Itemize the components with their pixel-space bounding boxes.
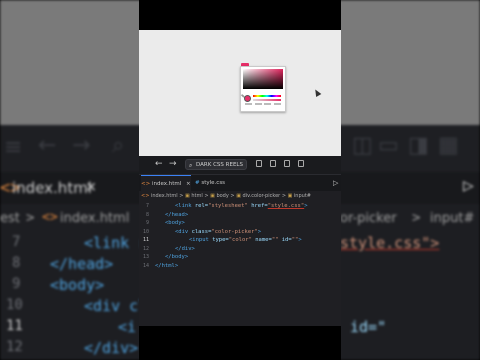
editor-tabs: <> index.html × # style.css ▷	[139, 175, 341, 192]
saturation-area[interactable]	[243, 69, 283, 89]
line-number: 13	[142, 254, 149, 260]
code-line-current: <input type="color" name="" id="">	[189, 237, 302, 243]
css-file-icon: #	[195, 180, 200, 186]
layout-icon: ▭	[378, 133, 399, 158]
toggle-panel-icon[interactable]	[270, 160, 276, 167]
search-label: DARK CSS REELS	[196, 162, 243, 168]
customize-layout-icon[interactable]	[298, 160, 304, 167]
element-icon: ▣	[210, 193, 215, 199]
html-file-icon: <>	[141, 193, 150, 199]
back-arrow-icon[interactable]: ←	[155, 159, 163, 169]
line-number: 11	[142, 237, 149, 243]
code-line: </div>	[175, 245, 195, 252]
layout-icon: ◨	[408, 133, 429, 158]
breadcrumb-item[interactable]: div.color-picker	[243, 193, 281, 199]
toggle-secondary-sidebar-icon[interactable]	[284, 160, 290, 167]
color-preview	[244, 95, 251, 102]
code-line: <body>	[165, 220, 185, 226]
search-icon: ⌕	[189, 162, 193, 169]
code-line: </body>	[165, 254, 189, 260]
breadcrumb-item[interactable]: body	[216, 193, 228, 199]
code-line: </head>	[165, 211, 189, 218]
tab-index-html[interactable]: <> index.html ×	[141, 175, 191, 192]
close-icon: ×	[86, 177, 97, 197]
code-line: </html>	[155, 262, 179, 269]
html-file-icon: <>	[141, 181, 151, 187]
run-icon: ▷	[463, 175, 474, 196]
code-line: <div class="color-picker">	[175, 228, 262, 235]
tab-style-css[interactable]: # style.css	[195, 175, 235, 191]
breadcrumb-item[interactable]: input#	[294, 193, 311, 199]
html-file-icon: <>	[42, 210, 58, 225]
code-line: <link rel="stylesheet" href="style.css">	[175, 203, 308, 209]
run-icon[interactable]: ▷	[333, 175, 338, 191]
breadcrumb-item[interactable]: html	[191, 193, 202, 199]
alpha-slider[interactable]	[253, 99, 281, 101]
line-number: 9	[145, 220, 149, 226]
line-number: 7	[145, 203, 149, 209]
code-editor: ← → ⌕ DARK CSS REELS <> index.html × # s…	[139, 156, 341, 326]
background-tab-label: index.html	[12, 179, 92, 197]
toggle-sidebar-icon[interactable]	[256, 160, 262, 167]
line-number: 12	[142, 245, 149, 252]
breadcrumb-file[interactable]: index.html	[151, 193, 178, 199]
line-number: 8	[145, 211, 149, 218]
browser-viewport: ✎	[139, 30, 341, 156]
layout-icon: ◫	[352, 133, 373, 158]
title-bar: ← → ⌕ DARK CSS REELS	[139, 156, 341, 175]
breadcrumb: <> index.html > ▣ html > ▣ body > ▣ div.…	[141, 193, 311, 199]
back-arrow-icon: ←	[38, 133, 57, 158]
element-icon: ▣	[236, 193, 241, 199]
command-center-search[interactable]: ⌕ DARK CSS REELS	[185, 159, 247, 170]
close-icon[interactable]: ×	[186, 181, 191, 187]
video-frame: ✎ ← → ⌕ DARK CSS REELS <> index.html ×	[139, 0, 341, 360]
color-value-fields[interactable]	[245, 103, 281, 106]
forward-arrow-icon[interactable]: →	[169, 159, 177, 169]
forward-arrow-icon: →	[72, 133, 91, 158]
mouse-cursor-icon	[312, 87, 322, 98]
layout-icon: ▦	[438, 133, 459, 158]
hue-slider[interactable]	[253, 95, 281, 97]
line-number: 10	[142, 228, 149, 235]
element-icon: ▣	[185, 193, 190, 199]
line-number: 14	[142, 262, 149, 269]
color-picker-popup[interactable]: ✎	[240, 66, 286, 112]
element-icon: ▣	[287, 193, 293, 199]
search-icon: ⌕	[112, 133, 125, 158]
menu-icon: ≡	[4, 135, 23, 160]
